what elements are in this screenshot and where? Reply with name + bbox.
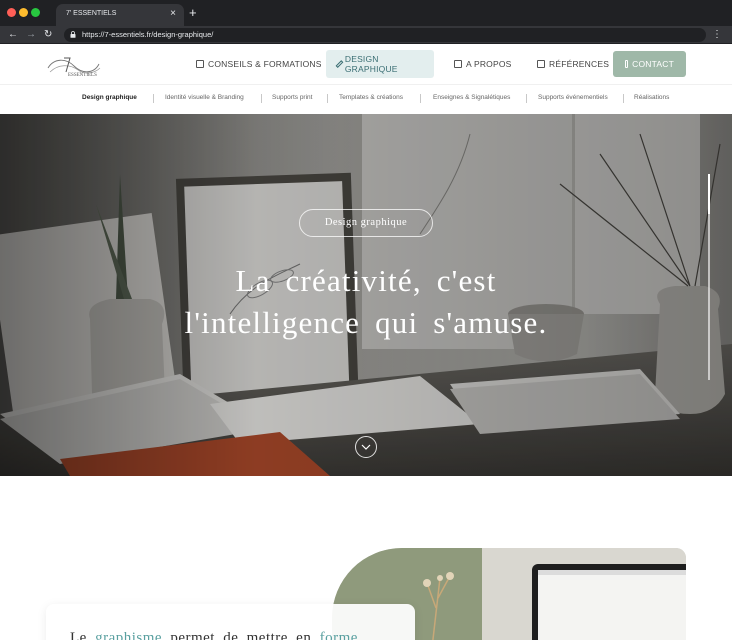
url-field[interactable]: https://7-essentiels.fr/design-graphique… [64, 28, 706, 42]
nav-a-propos[interactable]: A PROPOS [454, 50, 512, 78]
address-toolbar: ← → ↻ https://7-essentiels.fr/design-gra… [0, 26, 732, 44]
nav-label: CONTACT [632, 59, 674, 69]
header-divider [0, 84, 732, 85]
browser-tab[interactable]: 7' ESSENTIELS × [56, 4, 184, 26]
nav-label: A PROPOS [466, 59, 512, 69]
chevron-down-icon [361, 444, 371, 450]
hero-title-line1: La créativité, c'est [235, 263, 497, 298]
subnav-separator [153, 94, 154, 103]
browser-tab-bar: 7' ESSENTIELS × + [0, 0, 732, 26]
nav-references[interactable]: RÉFÉRENCES [537, 50, 609, 78]
forward-button[interactable]: → [26, 28, 36, 42]
scroll-down-button[interactable] [355, 436, 377, 458]
subnav-templates-creations[interactable]: Templates & créations [339, 94, 403, 101]
site-logo[interactable]: ESSENTIELS [44, 52, 102, 80]
subnav-separator [327, 94, 328, 103]
intro-text: Le graphisme permet de mettre en forme [70, 630, 358, 640]
svg-text:ESSENTIELS: ESSENTIELS [68, 73, 97, 78]
subnav-realisations[interactable]: Réalisations [634, 94, 669, 101]
subnav-separator [623, 94, 624, 103]
intro-text-part: permet de mettre en [162, 630, 320, 640]
subnav-separator [526, 94, 527, 103]
nav-label: RÉFÉRENCES [549, 59, 610, 69]
hero-title-line2: l'intelligence qui s'amuse. [184, 305, 548, 340]
subnav-supports-evenementiels[interactable]: Supports événementiels [538, 94, 608, 101]
intro-card: Le graphisme permet de mettre en forme [46, 604, 415, 640]
subnav-identite-visuelle[interactable]: Identité visuelle & Branding [165, 94, 244, 101]
new-tab-button[interactable]: + [189, 6, 197, 20]
site-header: ESSENTIELS CONSEILS & FORMATIONS DESIGN … [0, 44, 732, 114]
nav-label: DESIGN GRAPHIQUE [344, 54, 398, 74]
nav-design-graphique[interactable]: DESIGN GRAPHIQUE [326, 50, 434, 78]
intro-text-part: Le [70, 630, 96, 640]
chat-icon [625, 60, 629, 68]
url-text: https://7-essentiels.fr/design-graphique… [82, 30, 214, 39]
window-minimize-dot[interactable] [19, 8, 28, 17]
pen-icon [335, 60, 344, 68]
window-maximize-dot[interactable] [31, 8, 40, 17]
hero-section: Design graphique La créativité, c'est l'… [0, 114, 732, 476]
back-button[interactable]: ← [8, 28, 18, 42]
slider-progress-track[interactable] [708, 174, 710, 380]
lock-icon [70, 31, 76, 38]
hero-badge: Design graphique [299, 209, 433, 237]
tab-close-icon[interactable]: × [170, 8, 176, 20]
hero-title: La créativité, c'est l'intelligence qui … [120, 260, 612, 344]
intro-section: Le graphisme permet de mettre en forme [0, 476, 732, 640]
contact-button[interactable]: CONTACT [613, 51, 686, 77]
subnav-design-graphique[interactable]: Design graphique [82, 94, 137, 101]
window-close-dot[interactable] [7, 8, 16, 17]
highlight-forme: forme [319, 630, 358, 640]
tab-title: 7' ESSENTIELS [66, 10, 117, 17]
subnav-enseignes[interactable]: Enseignes & Signalétiques [433, 94, 510, 101]
highlight-graphisme: graphisme [95, 630, 163, 640]
subnav-separator [261, 94, 262, 103]
nav-label: CONSEILS & FORMATIONS [208, 59, 322, 69]
check-icon [537, 60, 545, 68]
book-icon [196, 60, 204, 68]
reload-button[interactable]: ↻ [44, 28, 52, 42]
browser-menu-icon[interactable]: ⋮ [712, 28, 722, 42]
nav-conseils-formations[interactable]: CONSEILS & FORMATIONS [196, 50, 322, 78]
user-icon [454, 60, 462, 68]
slider-progress-thumb[interactable] [708, 174, 710, 214]
subnav-supports-print[interactable]: Supports print [272, 94, 312, 101]
subnav-separator [420, 94, 421, 103]
